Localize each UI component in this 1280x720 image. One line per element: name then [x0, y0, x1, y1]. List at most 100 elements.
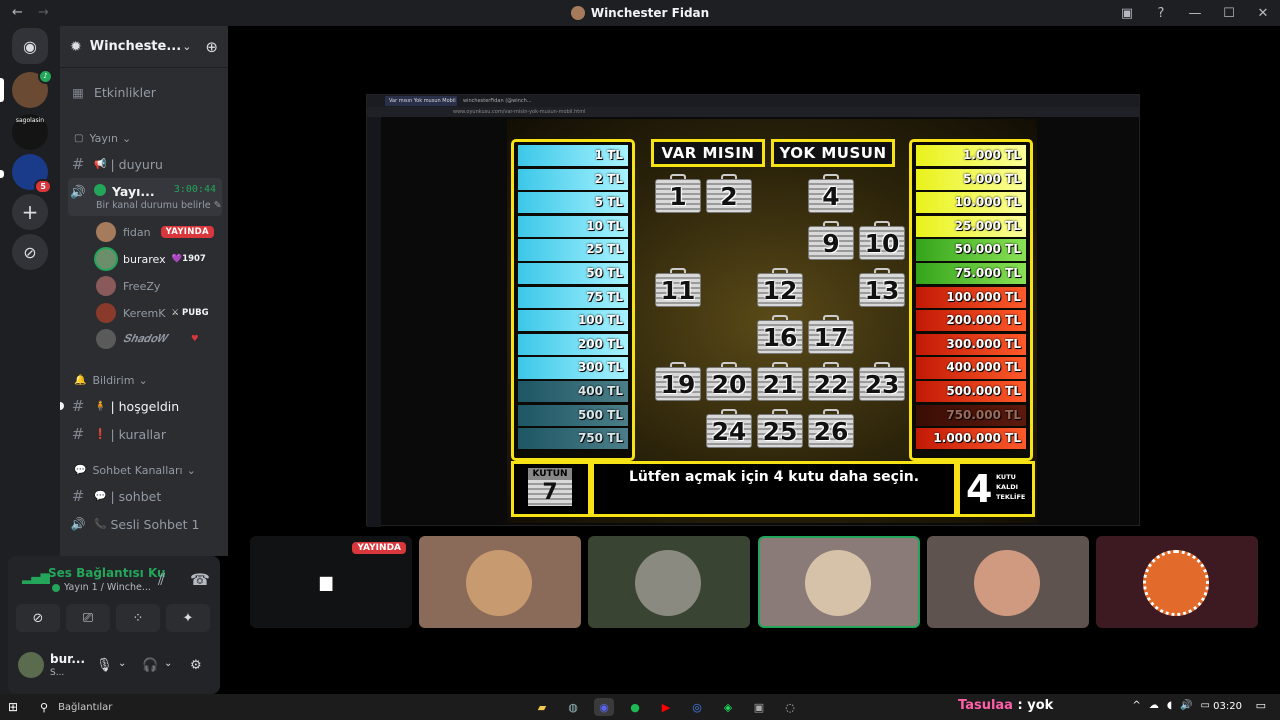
soundboard-button[interactable]: ✦: [166, 604, 210, 632]
briefcase-1[interactable]: 1: [655, 174, 701, 213]
signal-icon[interactable]: ▂▄▆: [22, 570, 50, 584]
category-bildirim[interactable]: 🔔 Bildirim ⌄: [74, 374, 228, 387]
server-sagolasin[interactable]: sagolasin: [12, 114, 48, 150]
participant-tile[interactable]: [419, 536, 581, 628]
briefcase-11[interactable]: 11: [655, 268, 701, 307]
clock[interactable]: 03:20: [1213, 701, 1242, 712]
guild-name: Wincheste...: [89, 39, 182, 54]
youtube-icon[interactable]: ▶: [656, 698, 676, 716]
channel-status[interactable]: Bir kanal durumu belirle ✎: [96, 200, 222, 211]
user-avatar[interactable]: [18, 652, 44, 678]
voice-channel-sesli[interactable]: 🔊 📞 Sesli Sohbet 1: [68, 514, 222, 534]
prize-value: 500 TL: [518, 404, 628, 426]
disconnect-icon[interactable]: ☎: [190, 570, 210, 589]
music-app-icon[interactable]: ◈: [718, 698, 738, 716]
channel-sohbet[interactable]: # 💬 | sohbet: [68, 486, 222, 506]
voice-connection-status[interactable]: Ses Bağlantısı Ku: [48, 566, 166, 580]
briefcase-22[interactable]: 22: [808, 362, 854, 401]
add-server-icon[interactable]: +: [12, 194, 48, 230]
activities-button[interactable]: ⁘: [116, 604, 160, 632]
windows-start-icon[interactable]: ⊞: [8, 700, 22, 714]
stream-video[interactable]: Var mısın Yok musun Mobil winchesterFida…: [366, 94, 1140, 527]
tray-chevron-icon[interactable]: ^: [1132, 700, 1140, 711]
briefcase-17[interactable]: 17: [808, 315, 854, 354]
wifi-icon[interactable]: ◖: [1167, 700, 1172, 711]
volume-icon[interactable]: 🔊: [1180, 700, 1192, 711]
close-button[interactable]: ✕: [1246, 6, 1280, 21]
noise-suppression-icon[interactable]: ⫽: [158, 570, 165, 590]
participant-tile[interactable]: [588, 536, 750, 628]
briefcase-19[interactable]: 19: [655, 362, 701, 401]
back-icon[interactable]: ←: [12, 6, 26, 20]
performance-icon[interactable]: ◌: [780, 698, 800, 716]
participant-tile-speaking[interactable]: [758, 536, 920, 628]
voice-member[interactable]: fidan YAYINDA: [96, 222, 214, 242]
discord-icon[interactable]: ◉: [594, 698, 614, 716]
participant-tile[interactable]: [1096, 536, 1258, 628]
network-icon[interactable]: ☁: [1149, 700, 1159, 711]
channel-kurallar[interactable]: # ❗ | kurallar: [68, 424, 222, 444]
server-winchester[interactable]: ♪: [12, 69, 53, 108]
headphones-icon[interactable]: 🎧: [142, 658, 158, 673]
briefcase-26[interactable]: 26: [808, 409, 854, 448]
battery-icon[interactable]: ▭: [1201, 700, 1210, 711]
chrome-icon[interactable]: ◎: [687, 698, 707, 716]
minimize-button[interactable]: —: [1178, 6, 1212, 21]
explore-icon[interactable]: ⊘: [12, 234, 48, 270]
category-sohbet[interactable]: 💬 Sohbet Kanalları ⌄: [74, 464, 228, 477]
camera-off-button[interactable]: ⊘: [16, 604, 60, 632]
user-name[interactable]: bur...: [50, 652, 85, 666]
invite-user-icon[interactable]: ⊕: [205, 38, 218, 56]
briefcase-20[interactable]: 20: [706, 362, 752, 401]
category-yayin[interactable]: ▢ Yayın ⌄: [74, 132, 228, 145]
briefcase-24[interactable]: 24: [706, 409, 752, 448]
briefcase-13[interactable]: 13: [859, 268, 905, 307]
channel-events[interactable]: ▦ Etkinlikler: [68, 82, 222, 102]
discord-home-icon[interactable]: ◉: [12, 28, 48, 64]
microphone-icon[interactable]: 🎙: [96, 658, 113, 673]
participant-tile[interactable]: [927, 536, 1089, 628]
briefcase-21[interactable]: 21: [757, 362, 803, 401]
screen-share-icon: ⎚: [82, 610, 94, 626]
maximize-button[interactable]: ☐: [1212, 6, 1246, 21]
search-icon[interactable]: ⚲: [40, 701, 48, 714]
channel-hosgeldin[interactable]: # 🧍 | hoşgeldin: [60, 396, 222, 416]
server-fenerbahce[interactable]: 5: [12, 154, 52, 194]
screen-share-button[interactable]: ⎚: [66, 604, 110, 632]
channel-duyuru[interactable]: # 📢 | duyuru: [68, 154, 222, 174]
briefcase-23[interactable]: 23: [859, 362, 905, 401]
chat-icon: 💬: [74, 465, 87, 476]
voice-member[interactable]: KeremK ⚔ PUBG: [96, 303, 209, 323]
forward-icon[interactable]: →: [38, 6, 52, 20]
voice-channel-location[interactable]: Yayın 1 / Winche...: [64, 582, 151, 593]
participant-tile-stream[interactable]: YAYINDA ▆: [250, 536, 412, 628]
file-explorer-icon[interactable]: ▰: [532, 698, 552, 716]
screen-app-icon[interactable]: ▣: [749, 698, 769, 716]
voice-member[interactable]: burarex 💜1907: [96, 249, 206, 269]
help-icon[interactable]: ?: [1144, 6, 1178, 21]
prize-value: 50 TL: [518, 262, 628, 285]
briefcase-16[interactable]: 16: [757, 315, 803, 354]
hash-icon: #: [71, 487, 85, 505]
voice-channel-yayin[interactable]: 🔊 Yayı... 3:00:44 Bir kanal durumu belir…: [68, 178, 222, 216]
inbox-icon[interactable]: ▣: [1110, 6, 1144, 21]
offer-box: 4 KUTU KALDI TEKLİFE: [957, 461, 1035, 517]
chevron-down-icon[interactable]: ⌄: [164, 658, 172, 669]
briefcase-12[interactable]: 12: [757, 268, 803, 307]
spotify-icon[interactable]: ●: [625, 698, 645, 716]
briefcase-4[interactable]: 4: [808, 174, 854, 213]
prize-value: 200 TL: [518, 333, 628, 356]
settings-gear-icon[interactable]: ⚙: [190, 658, 202, 673]
live-badge: YAYINDA: [160, 226, 214, 238]
briefcase-10[interactable]: 10: [859, 221, 905, 260]
voice-member[interactable]: 𝑺𝒉𝒂𝒅𝒐𝑾 ♥: [96, 329, 199, 349]
search-label[interactable]: Bağlantılar: [58, 702, 112, 713]
chevron-down-icon[interactable]: ⌄: [118, 658, 126, 669]
briefcase-2[interactable]: 2: [706, 174, 752, 213]
notification-icon[interactable]: ▭: [1256, 699, 1266, 712]
steam-icon[interactable]: ◍: [563, 698, 583, 716]
voice-member[interactable]: FreeZy: [96, 276, 160, 296]
briefcase-9[interactable]: 9: [808, 221, 854, 260]
briefcase-25[interactable]: 25: [757, 409, 803, 448]
guild-header[interactable]: ✹ Wincheste... ⌄ ⊕: [60, 26, 228, 68]
